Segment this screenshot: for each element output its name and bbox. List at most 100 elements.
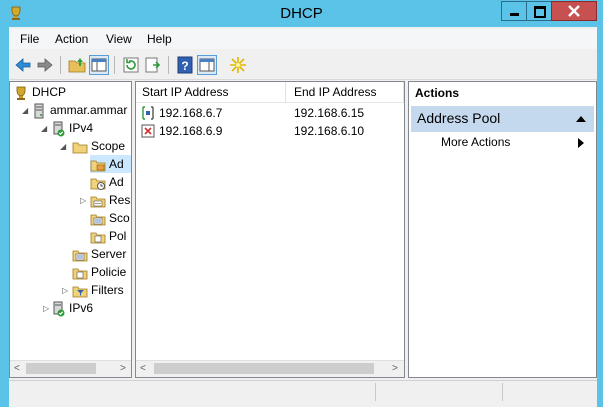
scroll-left-icon[interactable]: <: [14, 363, 20, 374]
tree-item-scope-options[interactable]: Sco: [90, 209, 130, 227]
menu-help[interactable]: Help: [147, 32, 172, 46]
status-divider: [502, 383, 503, 401]
back-icon[interactable]: [13, 55, 33, 75]
tree-label: Ad: [109, 157, 124, 171]
scroll-left-icon[interactable]: <: [140, 363, 146, 374]
tree-label: Server: [91, 247, 127, 261]
tree-item-address-pool[interactable]: Ad: [90, 155, 131, 173]
address-range-icon: [142, 106, 154, 120]
address-pool-folder-icon: [90, 160, 106, 172]
minimize-button[interactable]: [501, 1, 527, 21]
toolbar-separator: [60, 56, 61, 74]
collapse-arrow-icon[interactable]: ◢: [60, 142, 66, 151]
tree-item-server[interactable]: ammar.ammar: [31, 101, 127, 119]
header-divider: [136, 102, 404, 103]
menu-action[interactable]: Action: [55, 32, 88, 46]
tree-item-policies-scope[interactable]: Pol: [90, 227, 126, 245]
address-leases-folder-icon: [90, 178, 106, 190]
scroll-thumb[interactable]: [26, 363, 96, 374]
up-folder-icon[interactable]: [67, 55, 87, 75]
start-ip-cell: 192.168.6.7: [159, 106, 223, 120]
close-icon: [568, 5, 580, 17]
dhcp-trophy-icon: [16, 86, 26, 100]
scope-options-folder-icon: [90, 214, 106, 226]
tree-item-scope[interactable]: Scope: [72, 137, 125, 155]
tree-label: Sco: [109, 211, 130, 225]
menu-file[interactable]: File: [20, 32, 39, 46]
show-hide-tree-icon: [91, 58, 107, 72]
tree-item-reservations[interactable]: Res: [90, 191, 130, 209]
actions-pane: Actions Address Pool More Actions: [408, 81, 597, 378]
table-row[interactable]: 192.168.6.7 192.168.6.15: [136, 104, 404, 122]
toolbar-separator: [114, 56, 115, 74]
toolbar-separator: [168, 56, 169, 74]
scroll-right-icon[interactable]: >: [392, 363, 398, 374]
column-header-end-ip[interactable]: End IP Address: [286, 82, 404, 102]
new-star-icon[interactable]: [228, 55, 248, 75]
table-row[interactable]: 192.168.6.9 192.168.6.10: [136, 122, 404, 140]
column-header-start-ip[interactable]: Start IP Address: [136, 82, 286, 102]
tree-label: IPv4: [69, 121, 94, 135]
menu-bar: File Action View Help: [9, 29, 597, 49]
tree-label: DHCP: [32, 85, 67, 99]
actions-section-title: Address Pool: [417, 110, 501, 126]
menu-view[interactable]: View: [106, 32, 132, 46]
tree-label: Pol: [109, 229, 127, 243]
forward-icon[interactable]: [35, 55, 55, 75]
tree-label: Ad: [109, 175, 124, 189]
dhcp-window: DHCP File Action View Help ? DHCP ◢ amma…: [0, 0, 603, 407]
expand-arrow-icon[interactable]: ▷: [43, 304, 49, 313]
expand-arrow-icon[interactable]: ▷: [80, 196, 86, 205]
tree-item-dhcp[interactable]: DHCP: [13, 83, 66, 101]
maximize-button[interactable]: [526, 1, 552, 21]
action-label: More Actions: [441, 135, 511, 149]
tree-item-server-options[interactable]: Server: [72, 245, 126, 263]
toolbar: ?: [9, 50, 597, 80]
results-horizontal-scrollbar[interactable]: < >: [136, 360, 404, 377]
close-button[interactable]: [551, 1, 597, 21]
tree-item-filters[interactable]: Filters: [72, 281, 124, 299]
folder-icon: [72, 142, 88, 154]
properties-icon: [199, 58, 215, 72]
show-hide-tree-button[interactable]: [89, 55, 109, 75]
status-bar: [9, 380, 597, 403]
tree-label: Policie: [91, 265, 127, 279]
ipv6-server-icon: [53, 301, 65, 317]
tree-item-policies[interactable]: Policie: [72, 263, 126, 281]
tree-item-ipv4[interactable]: IPv4: [50, 119, 93, 137]
collapse-arrow-icon[interactable]: ◢: [22, 106, 28, 115]
collapse-arrow-icon[interactable]: ◢: [41, 124, 47, 133]
scroll-thumb[interactable]: [154, 363, 374, 374]
scroll-right-icon[interactable]: >: [120, 363, 126, 374]
server-options-folder-icon: [72, 250, 88, 262]
action-more-actions[interactable]: More Actions: [411, 134, 594, 152]
actions-title: Actions: [415, 86, 460, 100]
tree-horizontal-scrollbar[interactable]: < >: [10, 360, 131, 377]
help-icon[interactable]: ?: [175, 55, 195, 75]
server-icon: [34, 103, 44, 119]
console-tree-pane: DHCP ◢ ammar.ammar ◢ IPv4 ◢ Scope Ad Ad …: [9, 81, 132, 378]
refresh-icon[interactable]: [121, 55, 141, 75]
end-ip-cell: 192.168.6.15: [294, 106, 365, 120]
status-divider: [375, 383, 376, 401]
exclusion-range-icon: [141, 124, 155, 138]
collapse-up-icon[interactable]: [576, 115, 586, 123]
actions-section-header[interactable]: Address Pool: [411, 106, 594, 132]
filter-icon: [72, 286, 88, 298]
ipv4-server-icon: [53, 121, 65, 137]
tree-item-ipv6[interactable]: IPv6: [50, 299, 93, 317]
properties-button[interactable]: [197, 55, 217, 75]
policies-folder-icon: [90, 232, 106, 244]
start-ip-cell: 192.168.6.9: [159, 124, 223, 138]
policies-folder-icon: [72, 268, 88, 280]
tree-label: IPv6: [69, 301, 94, 315]
tree-label: Filters: [91, 283, 124, 297]
tree-item-address-leases[interactable]: Ad: [90, 173, 124, 191]
minimize-icon: [510, 13, 519, 16]
export-list-icon[interactable]: [143, 55, 163, 75]
expand-arrow-icon[interactable]: ▷: [62, 286, 68, 295]
title-bar[interactable]: DHCP: [0, 0, 603, 27]
tree-label: ammar.ammar: [50, 103, 128, 117]
reservations-folder-icon: [90, 196, 106, 208]
svg-text:?: ?: [181, 59, 188, 73]
